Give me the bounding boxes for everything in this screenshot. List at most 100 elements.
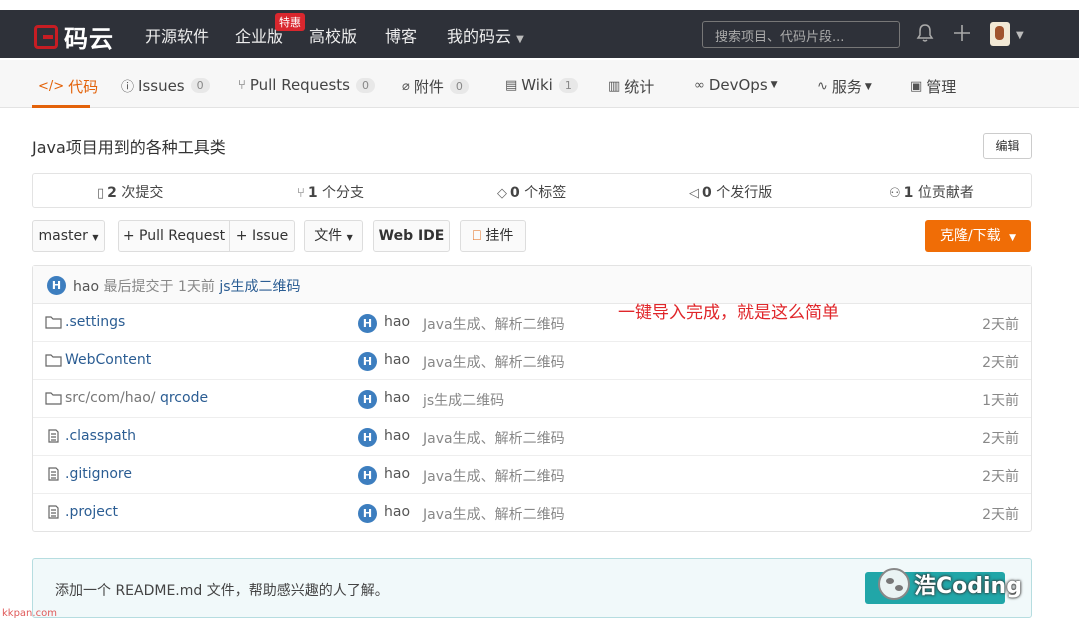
readme-prompt-text: 添加一个 README.md 文件，帮助感兴趣的人了解。 xyxy=(55,583,389,599)
avatar[interactable]: H xyxy=(358,390,377,409)
chevron-down-icon: ▼ xyxy=(770,80,778,90)
stat-releases[interactable]: ◁ 0 个发行版 xyxy=(689,182,772,202)
file-name-link[interactable]: src/com/hao/ qrcode xyxy=(65,390,208,406)
tab-devops-label: DevOps xyxy=(708,76,768,94)
tab-attachments-label: 附件 xyxy=(413,78,444,96)
file-time: 2天前 xyxy=(982,469,1019,485)
commit-author[interactable]: hao xyxy=(73,279,99,295)
table-row: src/com/hao/ qrcode H hao js生成二维码 1天前 xyxy=(33,380,1031,418)
file-icon xyxy=(48,429,59,443)
tab-wiki[interactable]: ▤ Wiki 1 xyxy=(505,76,578,94)
stat-commits[interactable]: ▯ 2 次提交 xyxy=(97,182,163,202)
file-author[interactable]: hao xyxy=(384,428,410,444)
file-time: 2天前 xyxy=(982,507,1019,523)
tab-manage[interactable]: ▣ 管理 xyxy=(910,76,956,97)
tab-attachments[interactable]: ⌀ 附件 0 xyxy=(402,76,469,97)
file-author[interactable]: hao xyxy=(384,466,410,482)
tab-code-label: 代码 xyxy=(68,78,99,96)
file-author[interactable]: hao xyxy=(384,314,410,330)
file-author[interactable]: hao xyxy=(384,390,410,406)
widget-button[interactable]: ⎕ 挂件 xyxy=(460,220,526,252)
web-ide-button[interactable]: Web IDE xyxy=(373,220,450,252)
stat-branches-count: 1 xyxy=(307,185,318,201)
hot-badge: 特惠 xyxy=(275,13,305,31)
tab-issues[interactable]: ⓘ Issues 0 xyxy=(121,76,210,95)
send-icon: ◁ xyxy=(689,186,699,201)
avatar[interactable]: H xyxy=(358,428,377,447)
nav-university[interactable]: 高校版 xyxy=(309,23,357,47)
avatar[interactable]: H xyxy=(47,276,66,295)
file-commit-message[interactable]: Java生成、解析二维码 xyxy=(423,504,565,524)
nav-open-source[interactable]: 开源软件 xyxy=(145,23,209,47)
table-row: .gitignore H hao Java生成、解析二维码 2天前 xyxy=(33,456,1031,494)
bar-chart-icon: ▥ xyxy=(608,79,621,94)
tab-stats[interactable]: ▥ 统计 xyxy=(608,76,654,97)
file-name-link[interactable]: .classpath xyxy=(65,428,136,444)
avatar[interactable]: H xyxy=(358,352,377,371)
stat-contributors-count: 1 xyxy=(903,185,914,201)
chevron-down-icon: ▼ xyxy=(346,233,353,242)
file-commit-message[interactable]: Java生成、解析二维码 xyxy=(423,466,565,486)
file-icon xyxy=(48,505,59,519)
tab-pull-requests[interactable]: ⑂ Pull Requests 0 xyxy=(238,76,375,94)
file-commit-message[interactable]: Java生成、解析二维码 xyxy=(423,314,565,334)
tab-issues-label: Issues xyxy=(138,76,185,95)
commit-message-link[interactable]: js生成二维码 xyxy=(219,279,300,295)
avatar[interactable]: H xyxy=(358,466,377,485)
stat-contributors[interactable]: ⚇ 1 位贡献者 xyxy=(889,182,974,202)
file-name-link[interactable]: .project xyxy=(65,504,118,520)
file-dropdown[interactable]: 文件 ▼ xyxy=(304,220,363,252)
table-row: .project H hao Java生成、解析二维码 2天前 xyxy=(33,494,1031,532)
plus-icon[interactable] xyxy=(952,23,972,43)
file-commit-message[interactable]: js生成二维码 xyxy=(423,390,504,410)
tab-stats-label: 统计 xyxy=(624,78,655,96)
latest-commit-bar: H hao 最后提交于 1天前 js生成二维码 xyxy=(33,266,1031,304)
chevron-down-icon[interactable]: ▼ xyxy=(1016,30,1024,41)
user-avatar[interactable] xyxy=(990,22,1010,46)
chevron-down-icon: ▼ xyxy=(516,34,524,45)
stat-releases-count: 0 xyxy=(702,185,712,201)
stat-tags[interactable]: ◇ 0 个标签 xyxy=(497,182,566,202)
users-icon: ⚇ xyxy=(889,186,901,201)
file-commit-message[interactable]: Java生成、解析二维码 xyxy=(423,428,565,448)
file-name-link[interactable]: WebContent xyxy=(65,352,151,368)
folder-icon xyxy=(45,354,62,367)
tab-services-label: 服务 xyxy=(831,78,862,96)
file-commit-message[interactable]: Java生成、解析二维码 xyxy=(423,352,565,372)
commit-prefix: 最后提交于 xyxy=(103,279,174,295)
tab-code[interactable]: </> 代码 xyxy=(38,76,98,97)
stat-commits-count: 2 xyxy=(107,185,117,201)
bell-icon[interactable] xyxy=(916,23,934,43)
new-pull-request-button[interactable]: + Pull Request xyxy=(118,220,230,252)
branch-icon: ⑂ xyxy=(297,186,305,201)
clipboard-icon: ▣ xyxy=(910,79,923,94)
logo[interactable]: 码云 xyxy=(34,19,114,54)
chevron-down-icon: ▼ xyxy=(92,233,99,242)
stat-branches[interactable]: ⑂ 1 个分支 xyxy=(297,182,364,202)
avatar[interactable]: H xyxy=(358,314,377,333)
nav-my-gitee[interactable]: 我的码云 ▼ xyxy=(447,23,524,47)
edit-button[interactable]: 编辑 xyxy=(983,133,1032,159)
file-time: 1天前 xyxy=(982,393,1019,409)
latest-commit-text: hao 最后提交于 1天前 js生成二维码 xyxy=(73,276,301,296)
chevron-down-icon: ▼ xyxy=(864,81,872,92)
infinity-icon: ∞ xyxy=(694,77,705,93)
search-input[interactable]: 搜索项目、代码片段... xyxy=(702,21,900,48)
file-name-link[interactable]: .gitignore xyxy=(65,466,132,482)
branch-select[interactable]: master ▼ xyxy=(32,220,105,252)
tag-icon: ◇ xyxy=(497,186,507,201)
file-author[interactable]: hao xyxy=(384,352,410,368)
file-author[interactable]: hao xyxy=(384,504,410,520)
nav-blog[interactable]: 博客 xyxy=(385,23,417,47)
repo-description: Java项目用到的各种工具类 xyxy=(32,138,226,157)
tab-devops[interactable]: ∞ DevOps ▼ xyxy=(694,76,778,94)
table-row: WebContent H hao Java生成、解析二维码 2天前 xyxy=(33,342,1031,380)
tab-pull-requests-label: Pull Requests xyxy=(249,76,350,94)
active-tab-indicator xyxy=(32,105,90,108)
wechat-icon xyxy=(878,568,910,600)
tab-services[interactable]: ∿ 服务 ▼ xyxy=(817,76,872,97)
clone-download-button[interactable]: 克隆/下载 ▼ xyxy=(925,220,1031,252)
file-name-link[interactable]: .settings xyxy=(65,314,125,330)
new-issue-button[interactable]: + Issue xyxy=(229,220,295,252)
avatar[interactable]: H xyxy=(358,504,377,523)
